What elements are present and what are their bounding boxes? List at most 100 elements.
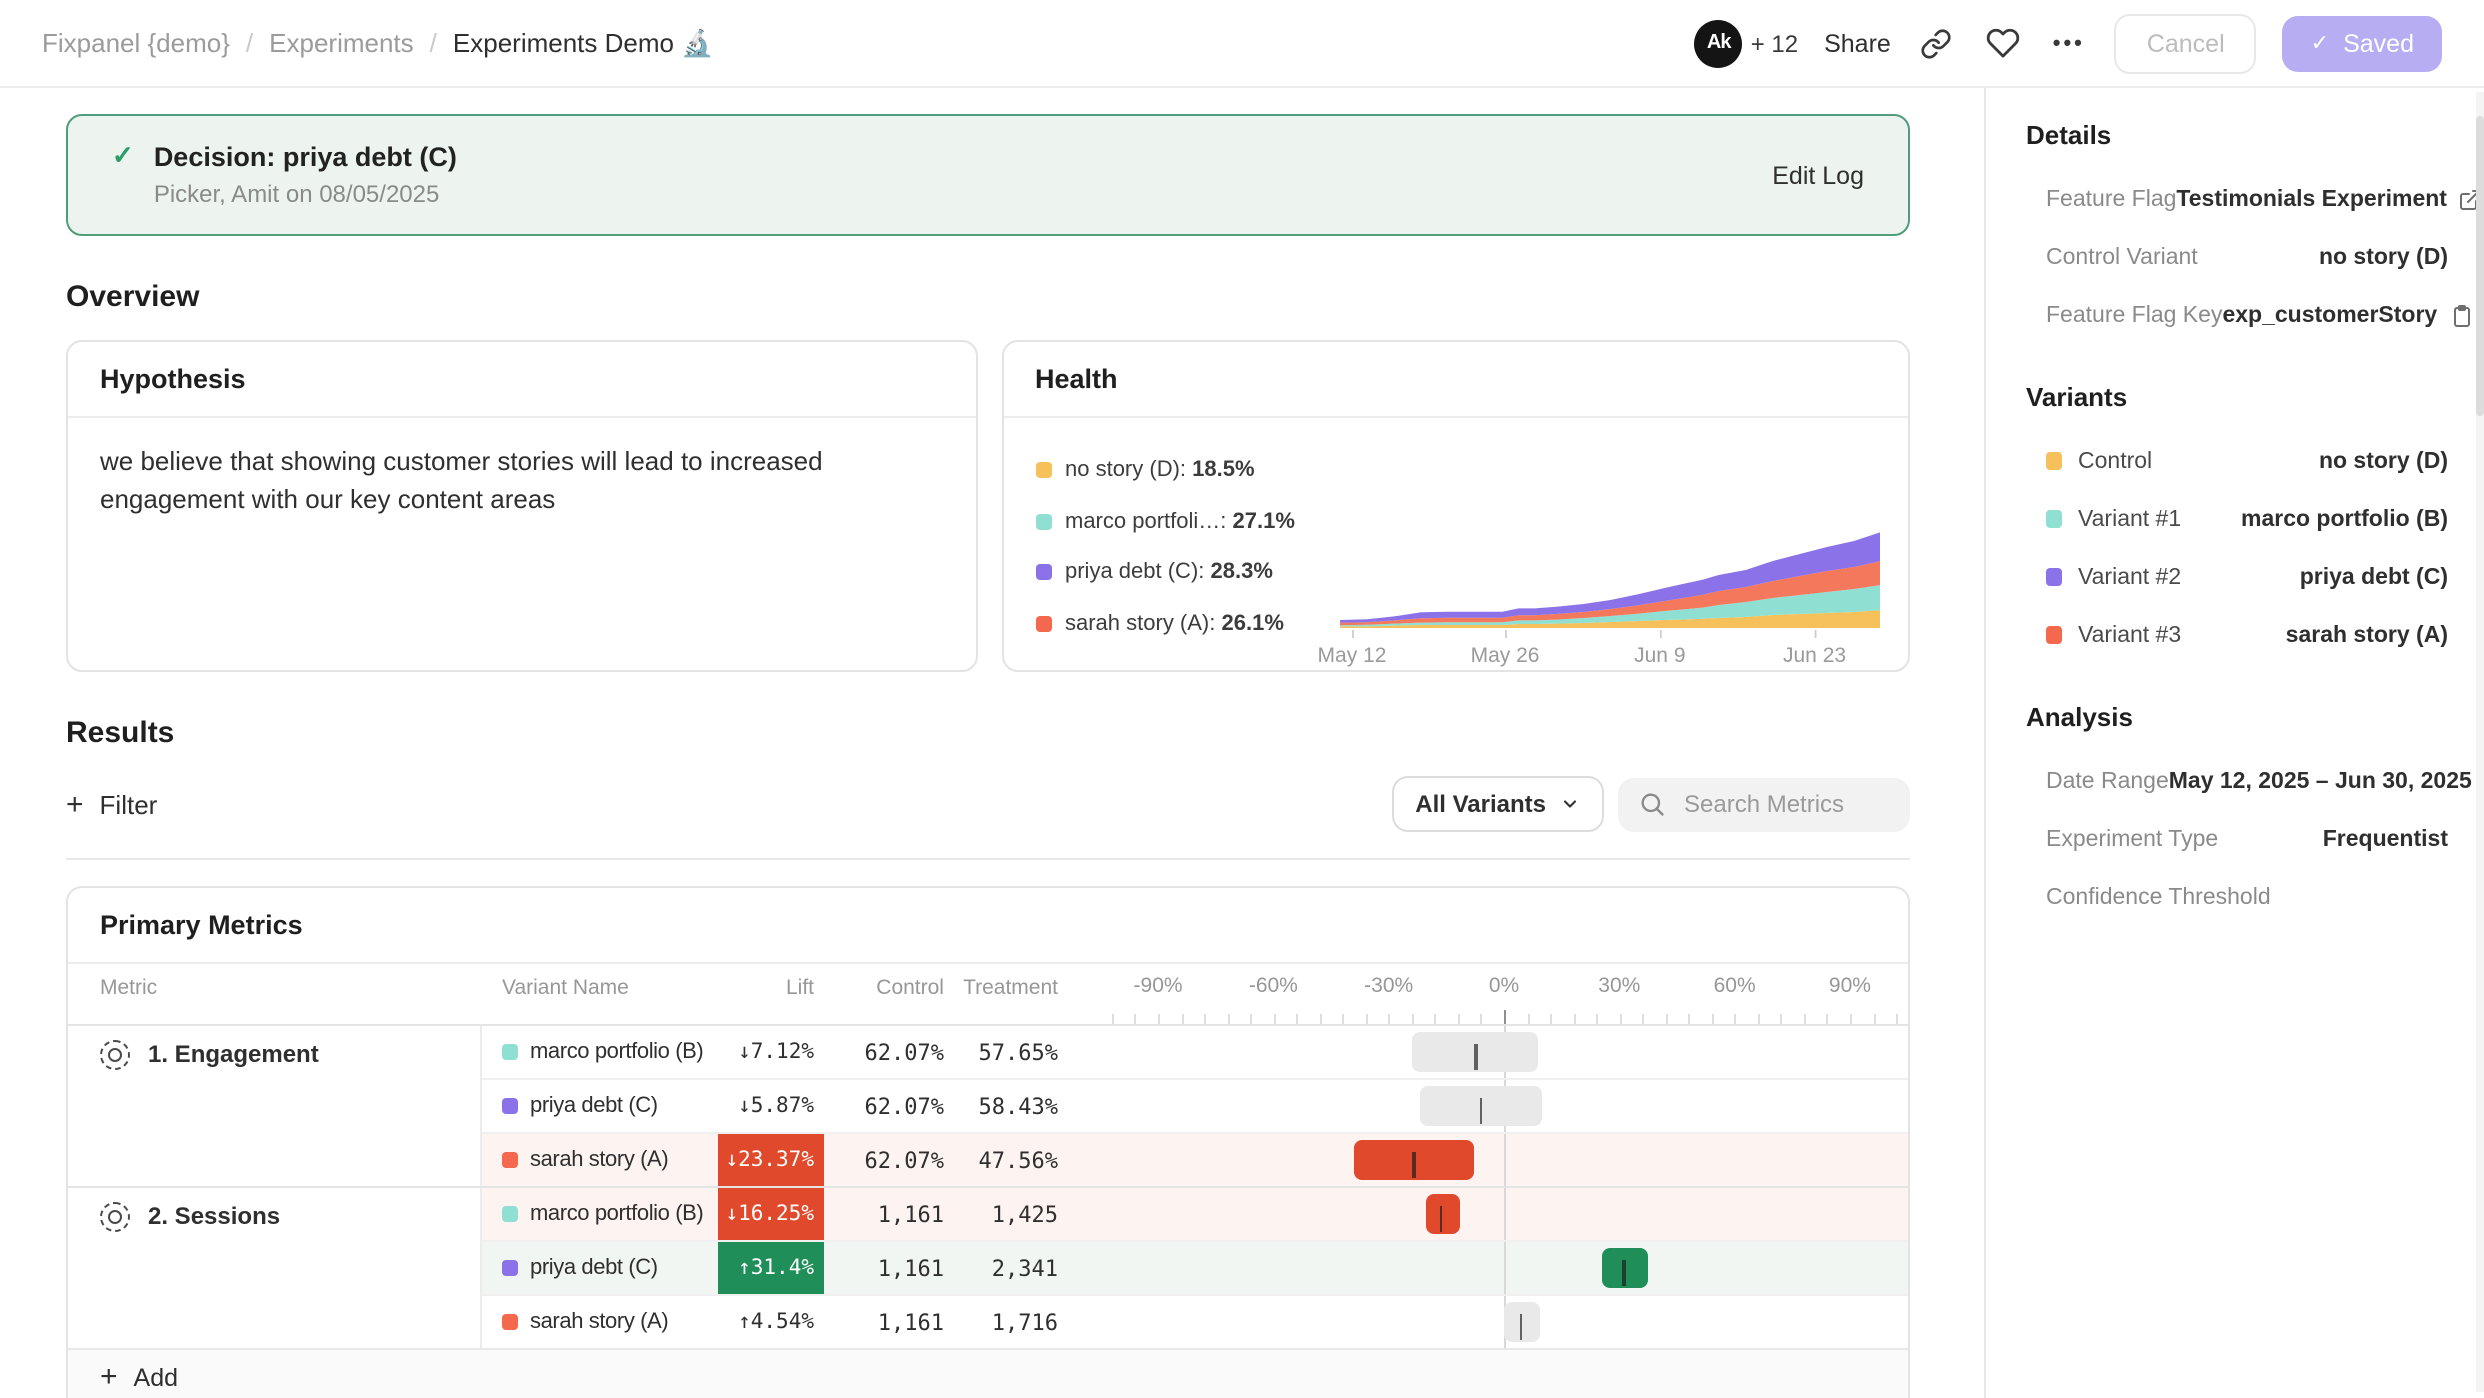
axis-tick	[1389, 1014, 1391, 1024]
metric-row[interactable]: sarah story (A)↑4.54%1,1611,716	[482, 1294, 1908, 1348]
add-metric-label: Add	[134, 1363, 179, 1391]
variant-slot-label: Variant #2	[2078, 565, 2181, 589]
variant-value: no story (D)	[2319, 449, 2448, 473]
clipboard-icon[interactable]	[2449, 303, 2473, 327]
saved-button[interactable]: ✓ Saved	[2283, 15, 2442, 71]
axis-tick	[1273, 1014, 1275, 1024]
lift-cell: ↑31.4%	[718, 1242, 824, 1294]
sidebar-section-details: DetailsFeature FlagTestimonials Experime…	[2026, 120, 2448, 344]
metric-row[interactable]: marco portfolio (B)↓7.12%62.07%57.65%	[482, 1026, 1908, 1078]
zero-gridline	[1503, 1134, 1505, 1186]
treatment-value: 47.56%	[944, 1147, 1058, 1173]
detail-row: Feature FlagTestimonials Experiment	[2026, 170, 2448, 228]
share-button[interactable]: Share	[1824, 29, 1891, 57]
results-heading: Results	[66, 716, 1910, 750]
axis-tick	[1135, 1014, 1137, 1024]
health-title: Health	[1003, 342, 1908, 418]
axis-tick	[1573, 1014, 1575, 1024]
axis-tick-label: 60%	[1714, 974, 1756, 998]
edit-log-button[interactable]: Edit Log	[1772, 161, 1864, 189]
detail-value: exp_customerStory	[2222, 303, 2437, 327]
results-divider	[66, 858, 1910, 860]
metric-row[interactable]: marco portfolio (B)↓16.25%1,1611,425	[482, 1188, 1908, 1240]
axis-tick	[1850, 1014, 1852, 1024]
legend-swatch	[1035, 462, 1051, 478]
variant-name: sarah story (A)	[530, 1310, 668, 1334]
confidence-interval-bar	[1354, 1140, 1473, 1180]
axis-tick	[1827, 1014, 1829, 1024]
detail-value-wrap: no story (D)	[2319, 245, 2448, 269]
avatar[interactable]: Ak	[1695, 19, 1743, 67]
add-metric-button[interactable]: + Add	[68, 1348, 1908, 1398]
metric-cell[interactable]: 1. Engagement	[68, 1026, 482, 1186]
column-treatment: Treatment	[944, 964, 1058, 1024]
sidebar-section-title: Variants	[2026, 382, 2448, 412]
avatar-group[interactable]: Ak + 12	[1695, 19, 1798, 67]
scrollbar-thumb[interactable]	[2476, 116, 2484, 416]
confidence-interval-cell	[1090, 1080, 1908, 1132]
metric-row[interactable]: priya debt (C)↓5.87%62.07%58.43%	[482, 1078, 1908, 1132]
detail-label: Control Variant	[2046, 245, 2198, 269]
variants-filter-dropdown[interactable]: All Variants	[1391, 776, 1604, 832]
axis-tick-label: -30%	[1364, 974, 1413, 998]
analysis-row: Confidence Threshold	[2026, 868, 2448, 926]
detail-value-wrap: exp_customerStory	[2222, 303, 2473, 327]
hypothesis-title: Hypothesis	[68, 342, 975, 418]
metric-row[interactable]: priya debt (C)↑31.4%1,1612,341	[482, 1240, 1908, 1294]
analysis-row: Date RangeMay 12, 2025 – Jun 30, 2025	[2026, 752, 2448, 810]
health-chart: May 12May 26Jun 9Jun 23	[1339, 516, 1880, 672]
metric-cell[interactable]: 2. Sessions	[68, 1188, 482, 1348]
more-menu-icon[interactable]: •••	[2049, 23, 2089, 63]
scrollbar[interactable]	[2476, 92, 2484, 1392]
ci-mean-mark	[1475, 1044, 1478, 1070]
hypothesis-card: Hypothesis we believe that showing custo…	[66, 340, 977, 672]
zero-gridline	[1503, 1242, 1505, 1294]
legend-percentage: 28.3%	[1211, 560, 1273, 584]
axis-tick	[1481, 1014, 1483, 1024]
metric-group: 1. Engagement marco portfolio (B)↓7.12%62…	[68, 1024, 1908, 1186]
detail-row: Control Variant no story (D)	[2026, 228, 2448, 286]
analysis-label: Experiment Type	[2046, 827, 2218, 851]
plus-icon: +	[66, 789, 84, 819]
variant-cell: sarah story (A)	[482, 1148, 718, 1172]
add-filter-button[interactable]: + Filter	[66, 789, 157, 819]
lift-value: ↑4.54%	[738, 1310, 824, 1334]
health-legend-item: priya debt (C): 28.3%	[1035, 560, 1339, 584]
axis-tick	[1435, 1014, 1437, 1024]
variant-name: marco portfolio (B)	[530, 1040, 703, 1064]
ci-mean-mark	[1519, 1314, 1522, 1340]
variant-swatch	[2046, 568, 2062, 586]
axis-tick	[1689, 1014, 1691, 1024]
axis-tick-label: -60%	[1249, 974, 1298, 998]
detail-label: Feature Flag Key	[2046, 303, 2222, 327]
chevron-down-icon	[1560, 794, 1580, 814]
lift-cell: ↓16.25%	[718, 1188, 824, 1240]
lift-cell: ↓5.87%	[718, 1080, 824, 1132]
lift-value: ↓16.25%	[725, 1202, 824, 1226]
variant-value: marco portfolio (B)	[2241, 507, 2448, 531]
axis-tick	[1412, 1014, 1414, 1024]
favorite-heart-icon[interactable]	[1983, 23, 2023, 63]
metrics-table-body: 1. Engagement marco portfolio (B)↓7.12%62…	[68, 1024, 1908, 1348]
topbar-actions: Ak + 12 Share ••• Cancel ✓ Saved	[1695, 13, 2442, 73]
variant-row: Variant #1marco portfolio (B)	[2026, 490, 2448, 548]
detail-value-wrap[interactable]: Testimonials Experiment	[2176, 187, 2483, 211]
variant-slot-label: Variant #3	[2078, 623, 2181, 647]
metrics-search[interactable]	[1618, 777, 1910, 831]
search-metrics-input[interactable]	[1680, 788, 1890, 820]
axis-tick	[1781, 1014, 1783, 1024]
axis-tick	[1458, 1014, 1460, 1024]
variant-name: sarah story (A)	[530, 1148, 668, 1172]
breadcrumb-item-2[interactable]: Experiments	[269, 28, 414, 58]
copy-link-icon[interactable]	[1917, 23, 1957, 63]
confidence-interval-cell	[1090, 1026, 1908, 1078]
axis-tick	[1366, 1014, 1368, 1024]
saved-button-label: Saved	[2343, 29, 2414, 57]
metric-name: 1. Engagement	[148, 1040, 319, 1070]
axis-tick	[1712, 1014, 1714, 1024]
cancel-button[interactable]: Cancel	[2115, 13, 2257, 73]
control-value: 62.07%	[824, 1147, 944, 1173]
metric-target-icon	[100, 1202, 130, 1232]
breadcrumb-item-1[interactable]: Fixpanel {demo}	[42, 28, 230, 58]
metric-row[interactable]: sarah story (A)↓23.37%62.07%47.56%	[482, 1132, 1908, 1186]
